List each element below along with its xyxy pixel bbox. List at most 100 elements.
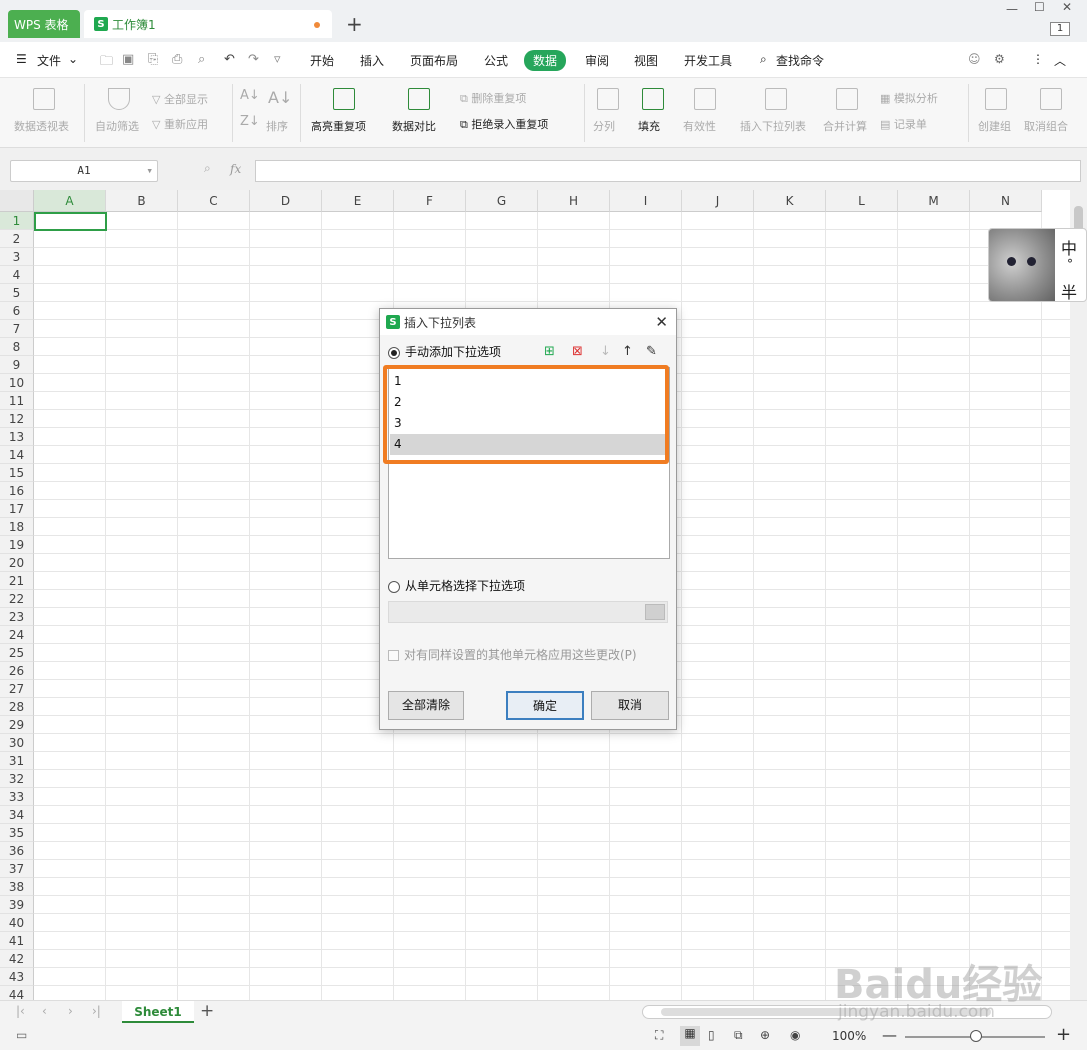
row-header-14[interactable]: 14 (0, 446, 34, 464)
reapply-button[interactable]: ▽ 重新应用 (152, 116, 208, 132)
macro-icon[interactable]: ▭ (16, 1028, 27, 1042)
formula-input[interactable] (255, 160, 1081, 182)
row-header-13[interactable]: 13 (0, 428, 34, 446)
highlight-duplicates-label[interactable]: 高亮重复项 (311, 118, 366, 134)
column-header-c[interactable]: C (178, 190, 250, 212)
page-view-icon[interactable]: ▯ (708, 1028, 715, 1042)
column-header-f[interactable]: F (394, 190, 466, 212)
cell-option[interactable]: 从单元格选择下拉选项 (388, 577, 525, 594)
remove-duplicates-button[interactable]: ⧉ 删除重复项 (460, 90, 526, 106)
next-sheet-icon[interactable]: › (68, 1004, 73, 1018)
row-header-4[interactable]: 4 (0, 266, 34, 284)
menu-start[interactable]: 开始 (310, 52, 334, 69)
row-header-38[interactable]: 38 (0, 878, 34, 896)
page-break-icon[interactable]: ⧉ (734, 1028, 743, 1043)
show-all-button[interactable]: ▽ 全部显示 (152, 91, 208, 107)
gear-icon[interactable]: ⚙ (994, 52, 1005, 66)
grid-column[interactable] (970, 212, 1042, 1000)
export-icon[interactable]: ⎘ (148, 52, 158, 67)
row-header-32[interactable]: 32 (0, 770, 34, 788)
radio-manual[interactable] (388, 346, 400, 359)
pivot-table-icon[interactable] (33, 88, 55, 110)
redo-icon[interactable]: ↷ (248, 52, 259, 67)
checkbox-box[interactable] (388, 650, 399, 661)
document-tab[interactable]: S 工作簿1 (84, 10, 332, 38)
row-header-40[interactable]: 40 (0, 914, 34, 932)
split-column-label[interactable]: 分列 (593, 118, 615, 134)
row-header-8[interactable]: 8 (0, 338, 34, 356)
column-header-n[interactable]: N (970, 190, 1042, 212)
row-header-33[interactable]: 33 (0, 788, 34, 806)
undo-icon[interactable]: ↶ (224, 52, 235, 67)
vertical-scrollbar[interactable] (1070, 190, 1087, 1000)
move-up-icon[interactable]: ↑ (622, 344, 633, 359)
more-chevron-icon[interactable]: ▿ (274, 52, 281, 67)
cancel-button[interactable]: 取消 (591, 691, 669, 720)
row-header-21[interactable]: 21 (0, 572, 34, 590)
grid-column[interactable] (34, 212, 106, 1000)
chat-icon[interactable]: ☺ (968, 52, 981, 66)
column-header-j[interactable]: J (682, 190, 754, 212)
data-compare-icon[interactable] (408, 88, 430, 110)
row-header-29[interactable]: 29 (0, 716, 34, 734)
row-header-15[interactable]: 15 (0, 464, 34, 482)
grid-column[interactable] (682, 212, 754, 1000)
ok-button[interactable]: 确定 (506, 691, 584, 720)
row-header-9[interactable]: 9 (0, 356, 34, 374)
save-icon[interactable]: ▣ (122, 52, 134, 67)
create-group-label[interactable]: 创建组 (978, 118, 1011, 134)
row-header-36[interactable]: 36 (0, 842, 34, 860)
row-header-5[interactable]: 5 (0, 284, 34, 302)
row-header-12[interactable]: 12 (0, 410, 34, 428)
menu-page-layout[interactable]: 页面布局 (410, 52, 458, 69)
row-header-25[interactable]: 25 (0, 644, 34, 662)
row-header-24[interactable]: 24 (0, 626, 34, 644)
row-header-43[interactable]: 43 (0, 968, 34, 986)
menu-view[interactable]: 视图 (634, 52, 658, 69)
first-sheet-icon[interactable]: |‹ (16, 1004, 25, 1018)
column-header-l[interactable]: L (826, 190, 898, 212)
row-header-30[interactable]: 30 (0, 734, 34, 752)
data-compare-label[interactable]: 数据对比 (392, 118, 436, 134)
row-header-17[interactable]: 17 (0, 500, 34, 518)
chevron-down-icon[interactable]: ⌄ (68, 52, 78, 66)
zoom-lens-icon[interactable]: ⌕ (204, 161, 211, 176)
validity-icon[interactable] (694, 88, 716, 110)
close-window-icon[interactable]: ✕ (1062, 0, 1072, 14)
zoom-out-icon[interactable]: — (882, 1026, 897, 1044)
column-header-i[interactable]: I (610, 190, 682, 212)
add-sheet-plus-icon[interactable]: + (200, 1001, 214, 1021)
edit-item-icon[interactable]: ✎ (646, 344, 657, 359)
row-header-1[interactable]: 1 (0, 212, 34, 230)
range-picker-icon[interactable] (645, 604, 665, 620)
insert-dropdown-label[interactable]: 插入下拉列表 (740, 118, 806, 134)
radio-cell[interactable] (388, 580, 400, 593)
create-group-icon[interactable] (985, 88, 1007, 110)
sort-asc-icon[interactable]: A↓ (240, 88, 260, 103)
row-header-42[interactable]: 42 (0, 950, 34, 968)
hamburger-icon[interactable]: ☰ (16, 52, 27, 66)
filter-icon[interactable] (108, 88, 130, 110)
menu-file[interactable]: 文件 (37, 52, 61, 69)
grid-column[interactable] (754, 212, 826, 1000)
row-header-37[interactable]: 37 (0, 860, 34, 878)
split-column-icon[interactable] (597, 88, 619, 110)
row-header-34[interactable]: 34 (0, 806, 34, 824)
merge-calc-icon[interactable] (836, 88, 858, 110)
row-header-10[interactable]: 10 (0, 374, 34, 392)
normal-view-icon[interactable]: ▦ (680, 1026, 700, 1046)
row-header-6[interactable]: 6 (0, 302, 34, 320)
row-header-20[interactable]: 20 (0, 554, 34, 572)
fill-label[interactable]: 填充 (638, 118, 660, 134)
sort-icon[interactable]: A↓ (268, 88, 292, 107)
last-sheet-icon[interactable]: ›| (92, 1004, 101, 1018)
center-view-icon[interactable]: ⊕ (760, 1028, 770, 1042)
fullscreen-icon[interactable]: ⛶ (655, 1028, 663, 1043)
print-preview-icon[interactable]: ⌕ (198, 52, 205, 67)
record-form-button[interactable]: ▤ 记录单 (880, 116, 927, 132)
row-header-27[interactable]: 27 (0, 680, 34, 698)
ungroup-label[interactable]: 取消组合 (1024, 118, 1068, 134)
column-header-a[interactable]: A (34, 190, 106, 212)
sort-label[interactable]: 排序 (266, 118, 288, 134)
grid-column[interactable] (106, 212, 178, 1000)
